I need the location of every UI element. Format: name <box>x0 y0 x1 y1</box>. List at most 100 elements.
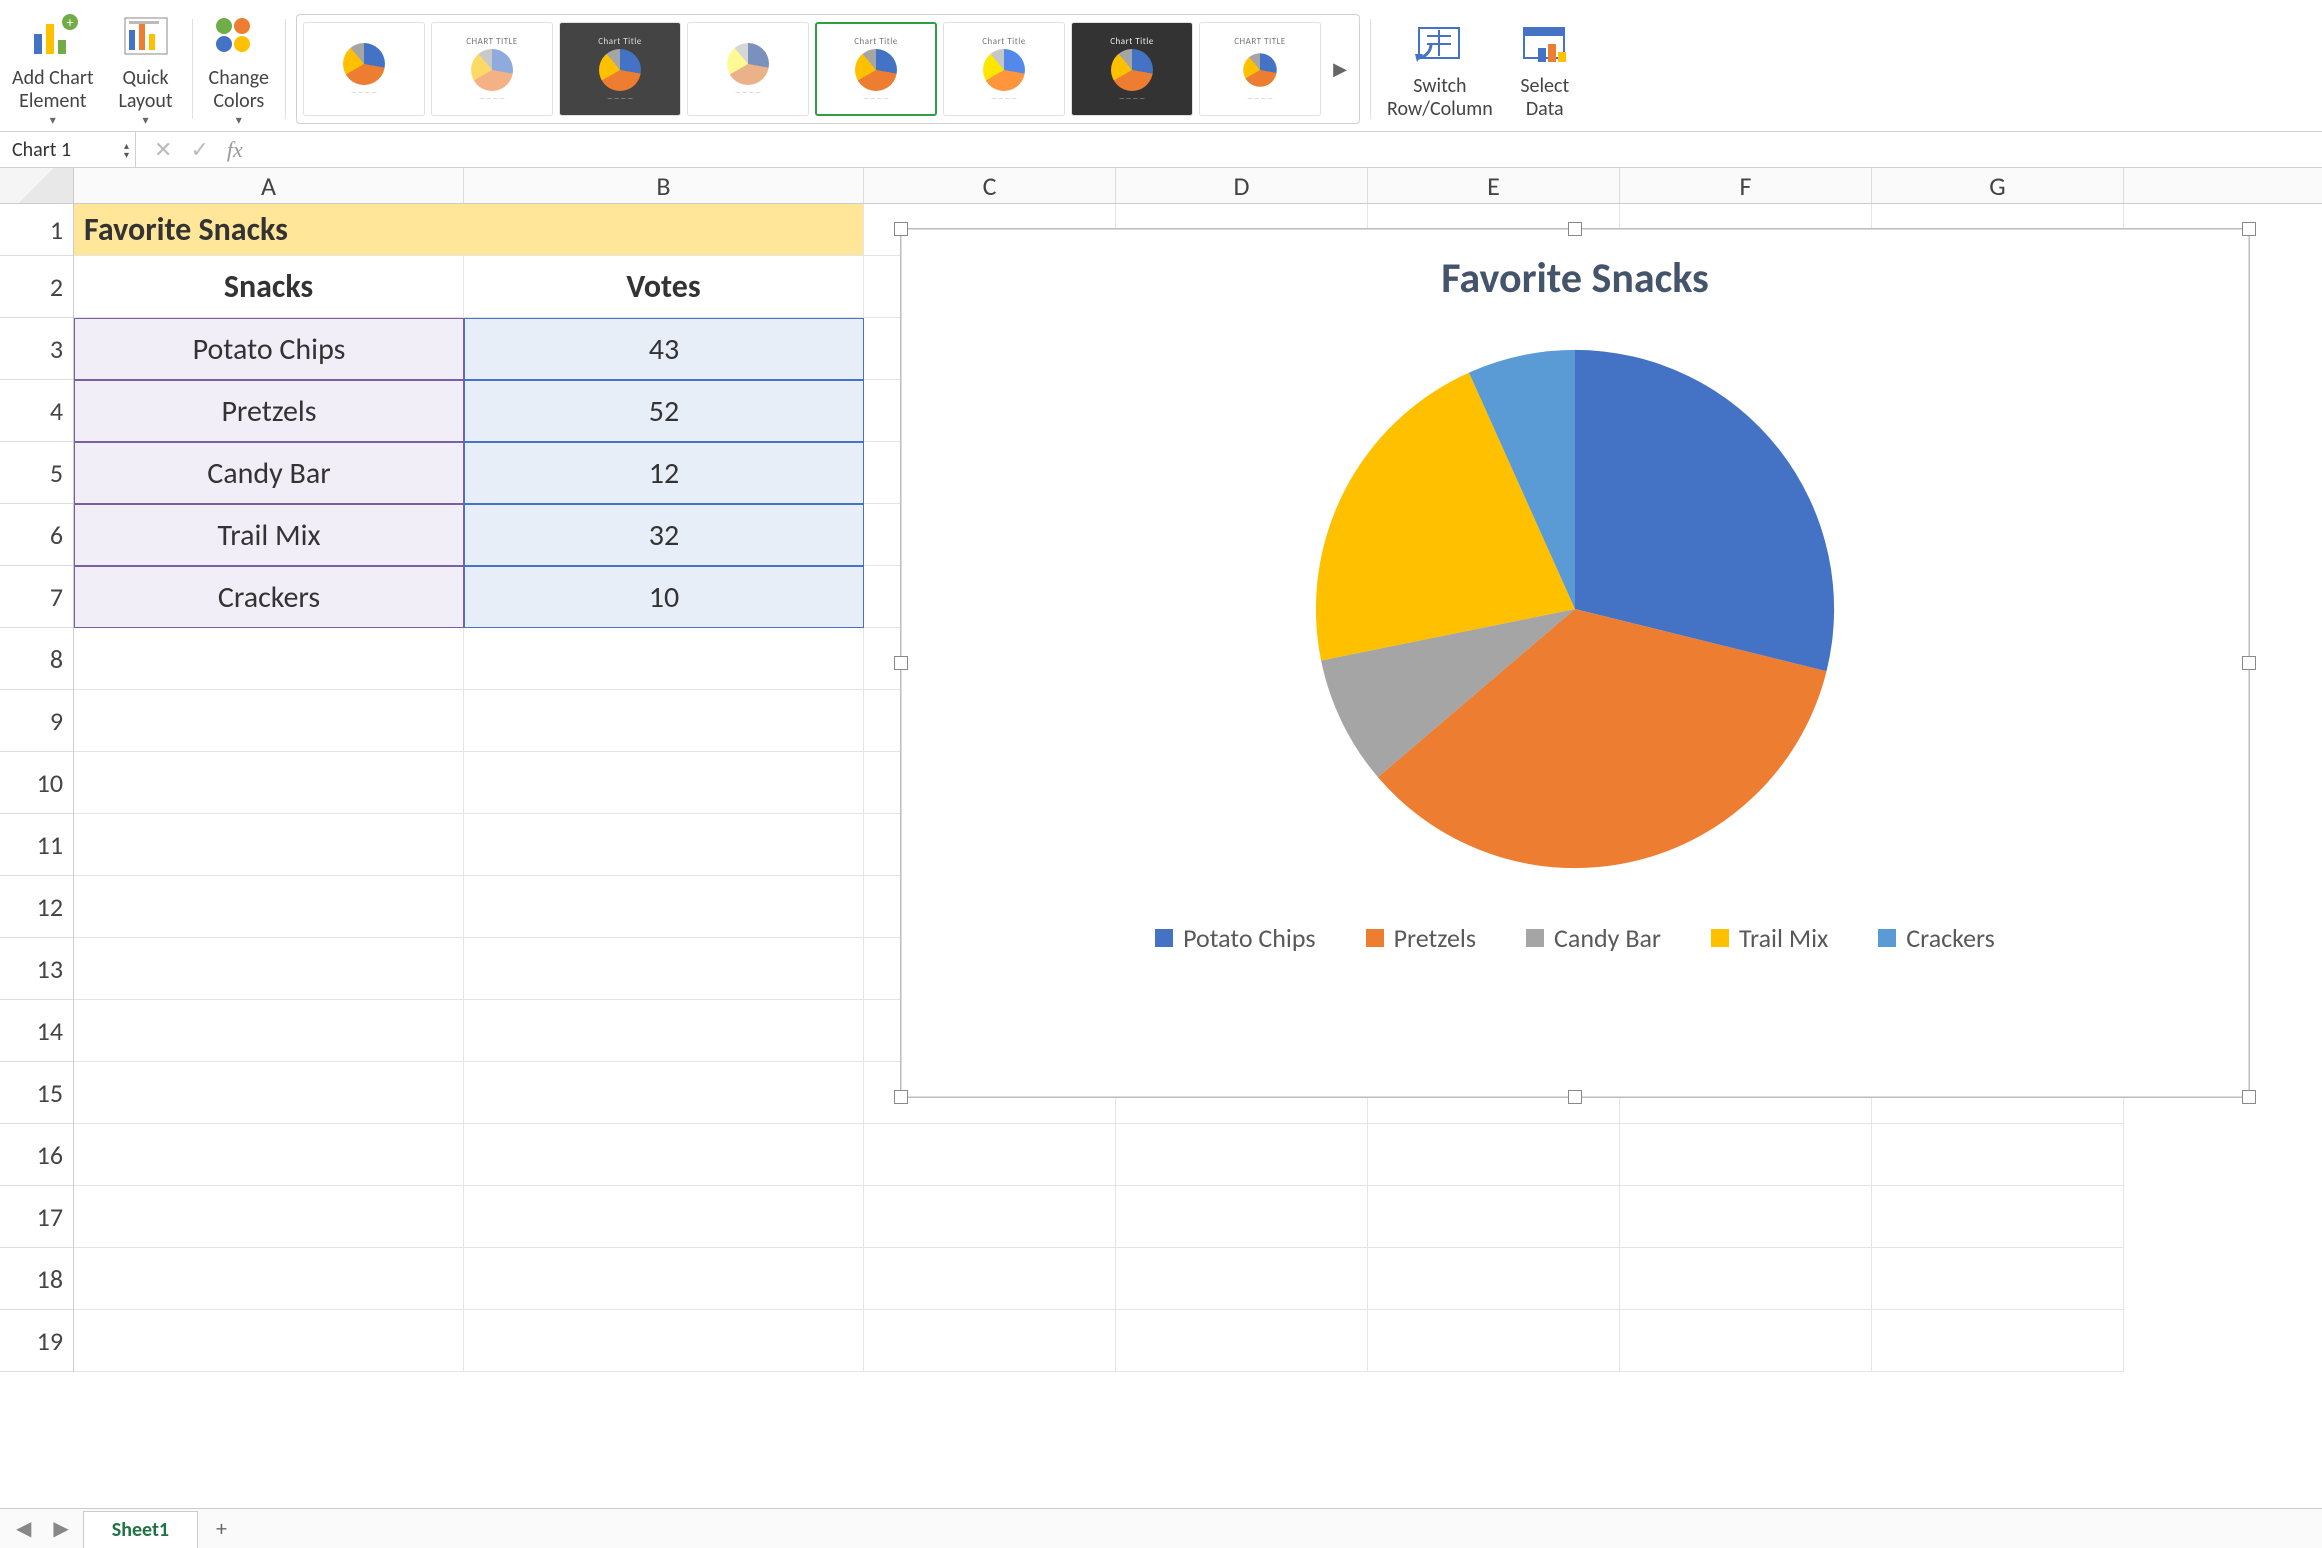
row-header-15[interactable]: 15 <box>0 1062 73 1124</box>
cell[interactable] <box>74 876 464 938</box>
cell[interactable] <box>464 628 864 690</box>
resize-handle[interactable] <box>1568 1090 1582 1104</box>
cell[interactable] <box>74 938 464 1000</box>
cell[interactable]: Snacks <box>74 256 464 318</box>
row-header-7[interactable]: 7 <box>0 566 73 628</box>
cell[interactable] <box>1368 1248 1620 1310</box>
cell[interactable] <box>74 690 464 752</box>
row-header-3[interactable]: 3 <box>0 318 73 380</box>
cell[interactable] <box>464 1062 864 1124</box>
row-header-1[interactable]: 1 <box>0 204 73 256</box>
change-colors-button[interactable]: Change Colors ▾ <box>203 5 275 133</box>
embedded-chart[interactable]: Favorite Snacks Potato ChipsPretzelsCand… <box>900 228 2250 1098</box>
chart-style-5[interactable]: Chart Title— — — — <box>815 22 937 116</box>
tab-nav-prev[interactable]: ◀ <box>8 1516 39 1541</box>
cell[interactable] <box>74 1062 464 1124</box>
cell[interactable] <box>74 1000 464 1062</box>
cell[interactable]: Favorite Snacks <box>74 204 464 256</box>
row-header-4[interactable]: 4 <box>0 380 73 442</box>
resize-handle[interactable] <box>894 1090 908 1104</box>
cell[interactable] <box>464 204 864 256</box>
row-header-5[interactable]: 5 <box>0 442 73 504</box>
cell[interactable] <box>1116 1310 1368 1372</box>
resize-handle[interactable] <box>894 222 908 236</box>
name-box[interactable]: Chart 1 ▴▾ <box>0 132 136 167</box>
sheet-tab-active[interactable]: Sheet1 <box>83 1511 198 1548</box>
cell[interactable]: Votes <box>464 256 864 318</box>
cell[interactable] <box>1116 1124 1368 1186</box>
row-header-10[interactable]: 10 <box>0 752 73 814</box>
cell[interactable]: Candy Bar <box>74 442 464 504</box>
cell[interactable] <box>74 752 464 814</box>
row-header-2[interactable]: 2 <box>0 256 73 318</box>
legend-item[interactable]: Potato Chips <box>1155 922 1315 954</box>
chart-style-3[interactable]: Chart Title— — — — <box>559 22 681 116</box>
switch-row-column-button[interactable]: Switch Row/Column <box>1381 13 1499 125</box>
legend-item[interactable]: Crackers <box>1878 922 1995 954</box>
resize-handle[interactable] <box>1568 222 1582 236</box>
cell[interactable] <box>464 814 864 876</box>
chart-style-1[interactable]: — — — — <box>303 22 425 116</box>
chart-styles-more[interactable]: ▶ <box>1327 22 1353 116</box>
chart-style-8[interactable]: CHART TITLE— — — — <box>1199 22 1321 116</box>
chart-title[interactable]: Favorite Snacks <box>901 253 2249 304</box>
cell[interactable] <box>1116 1186 1368 1248</box>
cell[interactable] <box>1620 1248 1872 1310</box>
row-header-12[interactable]: 12 <box>0 876 73 938</box>
add-chart-element-button[interactable]: + Add Chart Element ▾ <box>6 5 100 133</box>
cell[interactable]: 10 <box>464 566 864 628</box>
col-header-F[interactable]: F <box>1620 168 1872 203</box>
cell[interactable] <box>464 1310 864 1372</box>
row-header-17[interactable]: 17 <box>0 1186 73 1248</box>
legend-item[interactable]: Trail Mix <box>1711 922 1828 954</box>
row-header-9[interactable]: 9 <box>0 690 73 752</box>
cell[interactable]: Potato Chips <box>74 318 464 380</box>
formula-input[interactable] <box>261 132 2322 167</box>
cell[interactable] <box>74 814 464 876</box>
cell[interactable] <box>464 752 864 814</box>
cell[interactable]: 43 <box>464 318 864 380</box>
cancel-icon[interactable]: ✕ <box>154 136 172 163</box>
resize-handle[interactable] <box>2242 1090 2256 1104</box>
chart-legend[interactable]: Potato ChipsPretzelsCandy BarTrail MixCr… <box>901 922 2249 954</box>
col-header-E[interactable]: E <box>1368 168 1620 203</box>
cell[interactable] <box>1368 1310 1620 1372</box>
cell[interactable]: 32 <box>464 504 864 566</box>
select-all-corner[interactable] <box>0 168 74 204</box>
fx-icon[interactable]: fx <box>227 137 243 163</box>
row-header-14[interactable]: 14 <box>0 1000 73 1062</box>
cell[interactable] <box>1116 1248 1368 1310</box>
cell[interactable] <box>464 876 864 938</box>
row-header-6[interactable]: 6 <box>0 504 73 566</box>
tab-nav-next[interactable]: ▶ <box>45 1516 76 1541</box>
cell[interactable] <box>464 690 864 752</box>
cell[interactable] <box>464 1124 864 1186</box>
cell[interactable] <box>74 628 464 690</box>
cell[interactable] <box>864 1186 1116 1248</box>
resize-handle[interactable] <box>2242 222 2256 236</box>
cell[interactable] <box>864 1248 1116 1310</box>
cell[interactable]: Trail Mix <box>74 504 464 566</box>
cell[interactable] <box>1872 1248 2124 1310</box>
col-header-D[interactable]: D <box>1116 168 1368 203</box>
row-header-18[interactable]: 18 <box>0 1248 73 1310</box>
legend-item[interactable]: Candy Bar <box>1526 922 1661 954</box>
cell[interactable] <box>1368 1186 1620 1248</box>
row-header-16[interactable]: 16 <box>0 1124 73 1186</box>
cell[interactable]: Crackers <box>74 566 464 628</box>
pie-chart[interactable] <box>901 324 2249 894</box>
row-header-13[interactable]: 13 <box>0 938 73 1000</box>
cell[interactable] <box>74 1310 464 1372</box>
resize-handle[interactable] <box>894 656 908 670</box>
cell[interactable] <box>464 1000 864 1062</box>
select-data-button[interactable]: Select Data <box>1509 13 1581 125</box>
chart-style-4[interactable]: — — — — <box>687 22 809 116</box>
quick-layout-button[interactable]: Quick Layout ▾ <box>110 5 182 133</box>
cell[interactable] <box>1620 1124 1872 1186</box>
name-box-stepper[interactable]: ▴▾ <box>124 141 129 159</box>
cell[interactable] <box>864 1124 1116 1186</box>
row-header-11[interactable]: 11 <box>0 814 73 876</box>
cell[interactable] <box>464 1248 864 1310</box>
col-header-B[interactable]: B <box>464 168 864 203</box>
enter-icon[interactable]: ✓ <box>190 136 208 163</box>
